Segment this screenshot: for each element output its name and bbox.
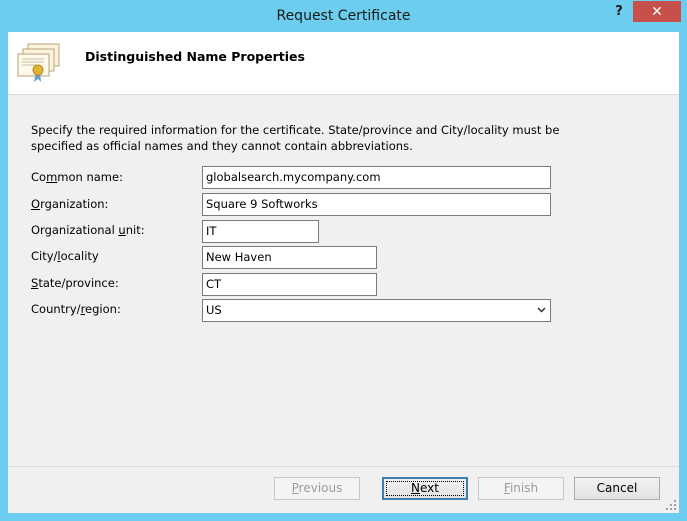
org-unit-label-accel: u — [118, 223, 126, 237]
org-unit-input[interactable]: IT — [202, 220, 319, 243]
country-select-value: US — [206, 303, 222, 317]
close-button[interactable]: ✕ — [633, 1, 681, 22]
org-unit-label-pre: Organizational — [31, 223, 119, 237]
org-unit-label-post: nit: — [125, 223, 145, 237]
previous-label-accel: P — [291, 481, 299, 495]
page-title: Distinguished Name Properties — [85, 49, 305, 64]
state-input[interactable]: CT — [202, 273, 377, 296]
certificate-icon — [17, 43, 60, 82]
common-name-label-post: mon name: — [57, 170, 123, 184]
state-label: State/province: — [31, 276, 119, 290]
previous-button[interactable]: Previous — [274, 477, 360, 500]
next-button[interactable]: Next — [382, 477, 468, 500]
city-label-post: ocality — [60, 249, 99, 263]
finish-button[interactable]: Finish — [478, 477, 564, 500]
country-label: Country/region: — [31, 302, 121, 316]
common-name-label-accel: m — [46, 170, 58, 184]
title-bar[interactable]: Request Certificate ? ✕ — [0, 0, 687, 32]
instructions-text: Specify the required information for the… — [31, 123, 560, 153]
org-unit-label: Organizational unit: — [31, 223, 145, 237]
wizard-header: Distinguished Name Properties — [8, 32, 679, 95]
cancel-button[interactable]: Cancel — [574, 477, 660, 500]
common-name-label-pre: Co — [31, 170, 47, 184]
window-title: Request Certificate — [276, 8, 411, 24]
organization-label-post: rganization: — [40, 197, 109, 211]
country-label-post: egion: — [85, 302, 121, 316]
organization-label: Organization: — [31, 197, 108, 211]
chevron-down-icon — [537, 307, 546, 313]
previous-label-post: revious — [298, 481, 343, 495]
city-label-pre: City/ — [31, 249, 58, 263]
state-label-post: tate/province: — [38, 276, 119, 290]
city-label: City/locality — [31, 249, 99, 263]
organization-input[interactable]: Square 9 Softworks — [202, 193, 551, 216]
request-certificate-window: Request Certificate ? ✕ Distinguished Na — [0, 0, 687, 521]
common-name-label: Common name: — [31, 170, 123, 184]
dialog-body: Distinguished Name Properties Specify th… — [8, 32, 679, 513]
resize-grip-icon[interactable] — [665, 499, 677, 511]
help-button[interactable]: ? — [606, 1, 632, 22]
finish-label-post: inish — [509, 481, 539, 495]
country-label-pre: Country/ — [31, 302, 81, 316]
city-input[interactable]: New Haven — [202, 246, 377, 269]
organization-label-accel: O — [31, 197, 41, 211]
footer-divider — [8, 466, 679, 467]
country-select[interactable]: US — [202, 299, 551, 322]
focus-rect — [386, 481, 464, 496]
common-name-input[interactable]: globalsearch.mycompany.com — [202, 166, 551, 189]
